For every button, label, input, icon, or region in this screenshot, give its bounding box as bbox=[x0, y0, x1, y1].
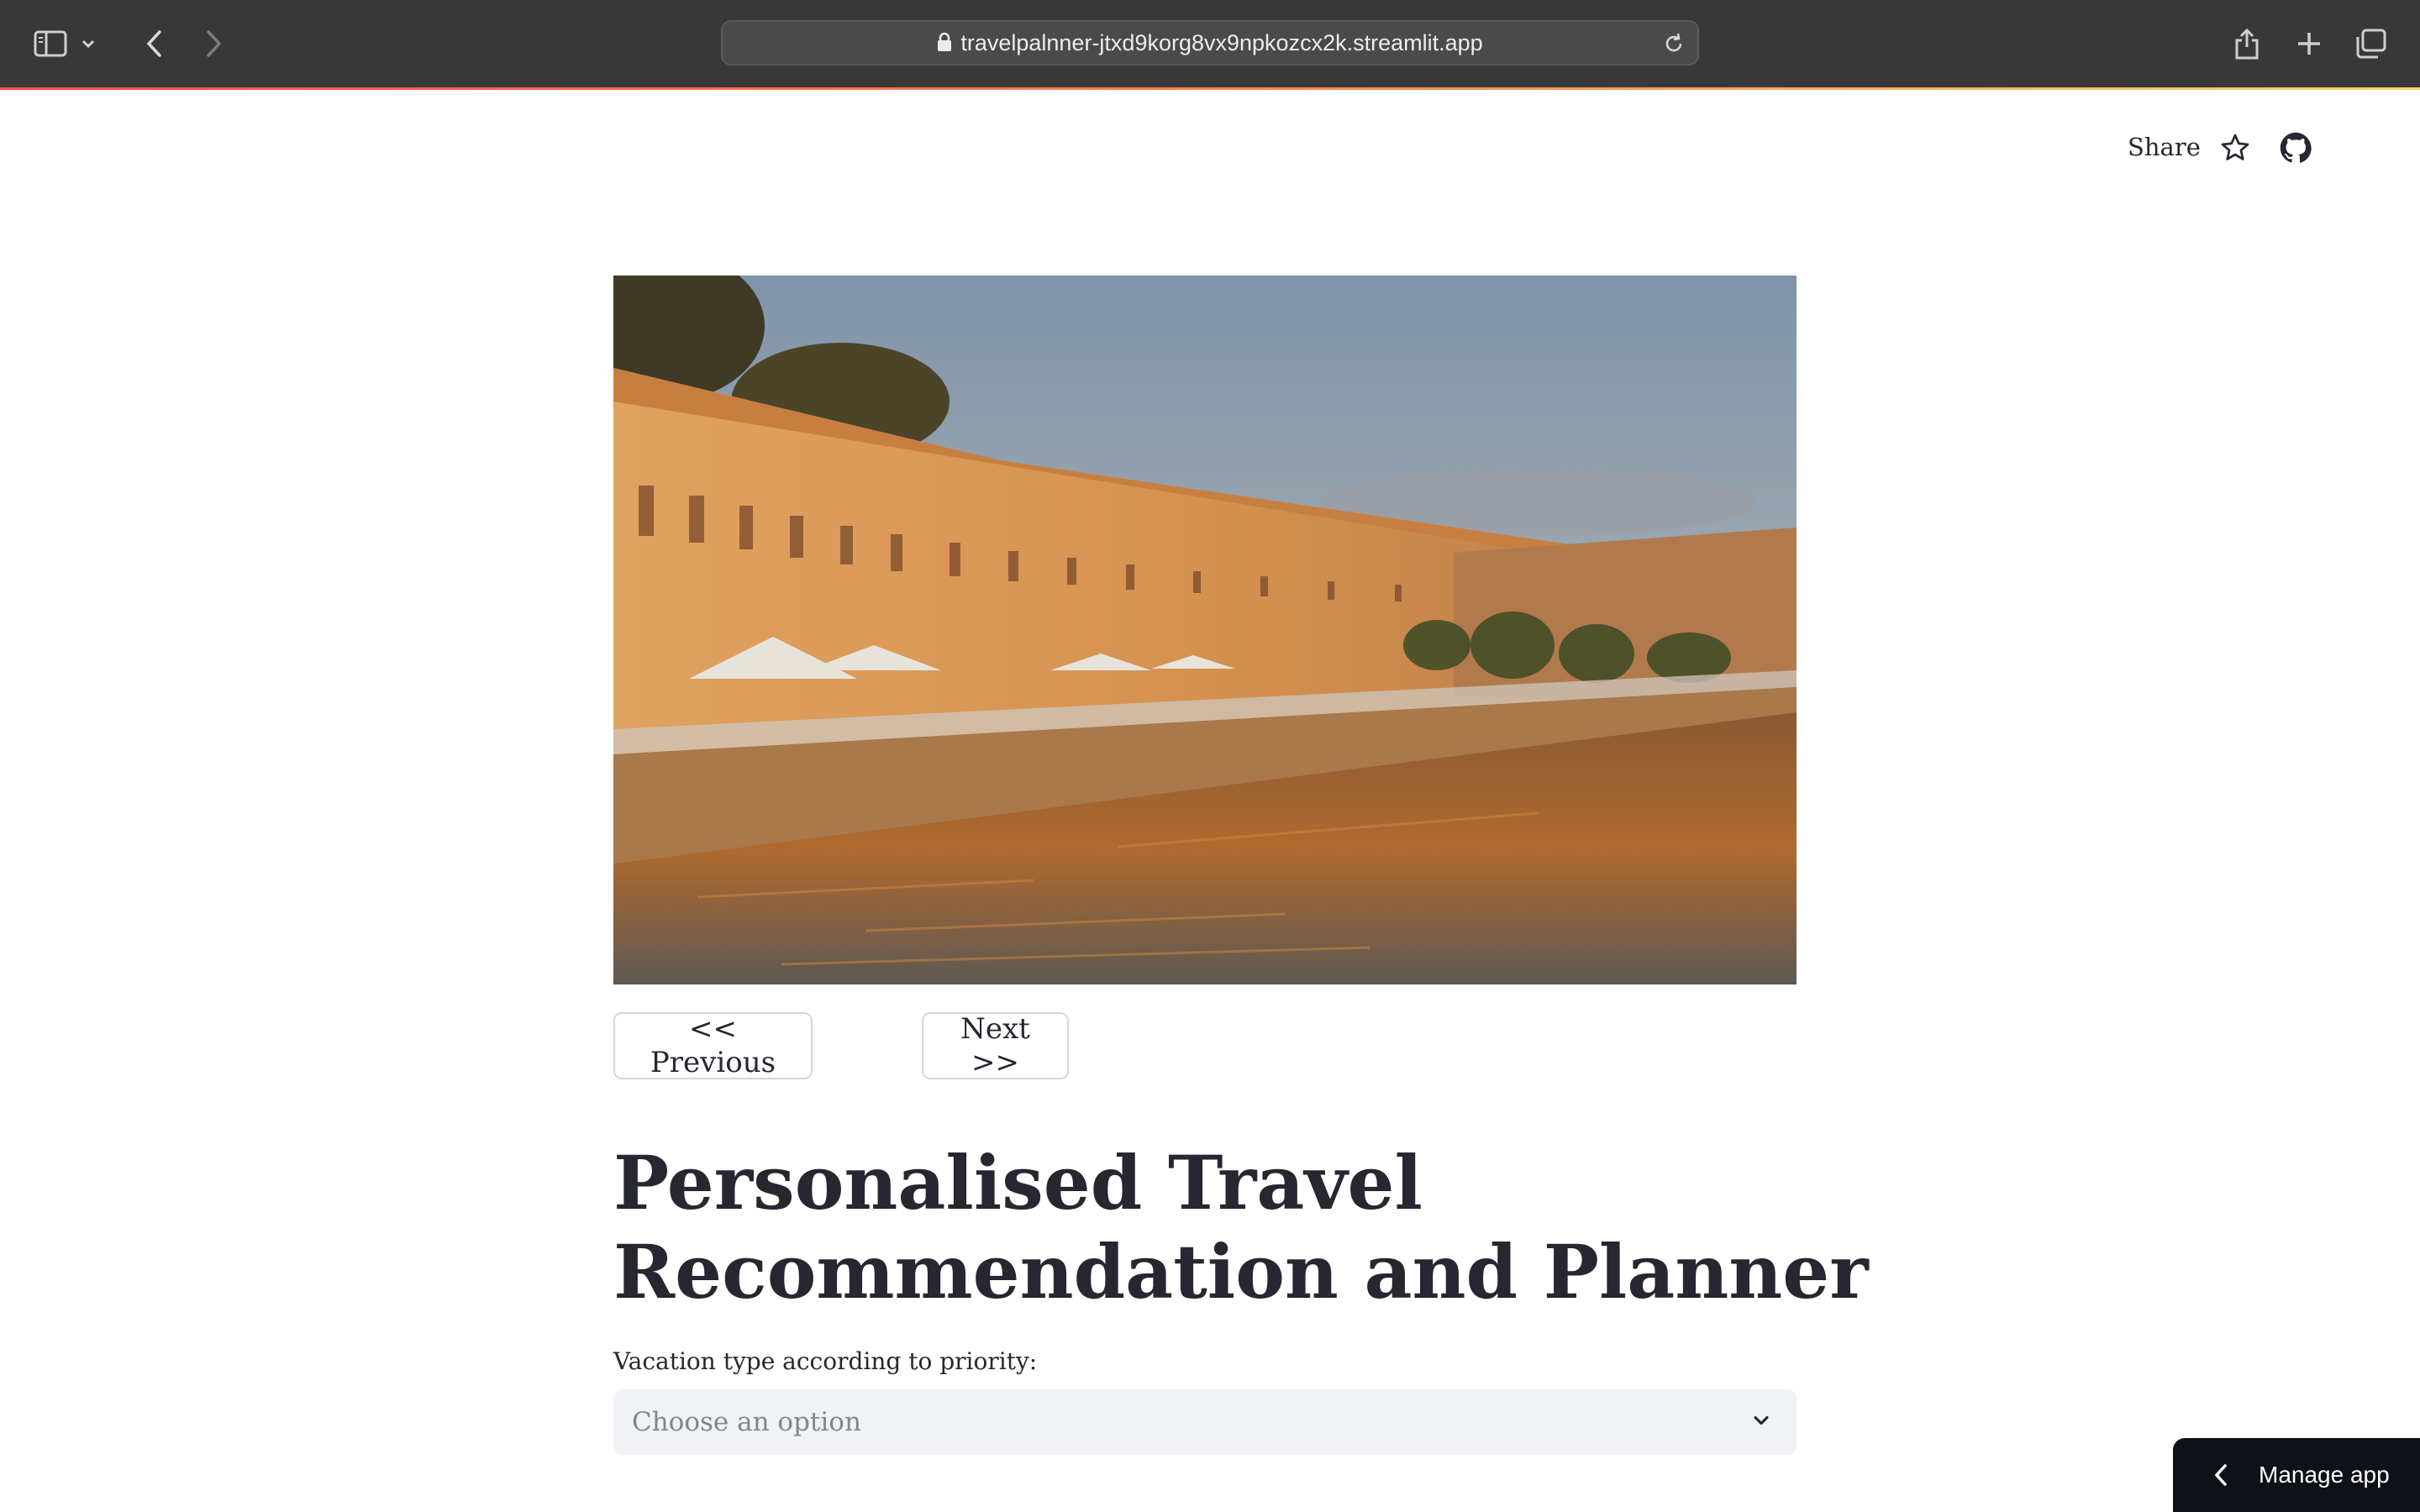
reload-icon[interactable] bbox=[1662, 32, 1686, 59]
lock-icon bbox=[937, 24, 952, 66]
github-icon[interactable] bbox=[2279, 131, 2312, 165]
chevron-down-icon[interactable] bbox=[76, 22, 101, 66]
select-placeholder: Choose an option bbox=[632, 1407, 861, 1437]
previous-button[interactable]: << Previous bbox=[613, 1012, 813, 1079]
star-icon[interactable] bbox=[2218, 131, 2252, 165]
back-icon[interactable] bbox=[133, 22, 176, 66]
page-decoration-line bbox=[0, 87, 2420, 90]
forward-icon[interactable] bbox=[192, 22, 235, 66]
next-button[interactable]: Next >> bbox=[922, 1012, 1069, 1079]
chevron-left-icon bbox=[2213, 1463, 2228, 1493]
share-icon[interactable] bbox=[2225, 22, 2269, 66]
browser-toolbar: travelpalnner-jtxd9korg8vx9npkozcx2k.str… bbox=[0, 0, 2420, 87]
page-title: Personalised Travel Recommendation and P… bbox=[613, 1139, 1869, 1315]
vacation-type-label: Vacation type according to priority: bbox=[613, 1347, 1038, 1375]
vacation-type-select[interactable]: Choose an option bbox=[613, 1389, 1797, 1455]
new-tab-icon[interactable] bbox=[2287, 22, 2331, 66]
address-bar[interactable]: travelpalnner-jtxd9korg8vx9npkozcx2k.str… bbox=[721, 20, 1699, 66]
tabs-overview-icon[interactable] bbox=[2349, 22, 2393, 66]
manage-app-button[interactable]: Manage app bbox=[2173, 1438, 2420, 1512]
share-button[interactable]: Share bbox=[2128, 133, 2201, 161]
sidebar-icon[interactable] bbox=[29, 22, 72, 66]
manage-app-label: Manage app bbox=[2259, 1462, 2390, 1488]
destination-photo bbox=[613, 276, 1797, 984]
chevron-down-icon bbox=[1749, 1409, 1773, 1436]
url-text: travelpalnner-jtxd9korg8vx9npkozcx2k.str… bbox=[960, 30, 1483, 55]
